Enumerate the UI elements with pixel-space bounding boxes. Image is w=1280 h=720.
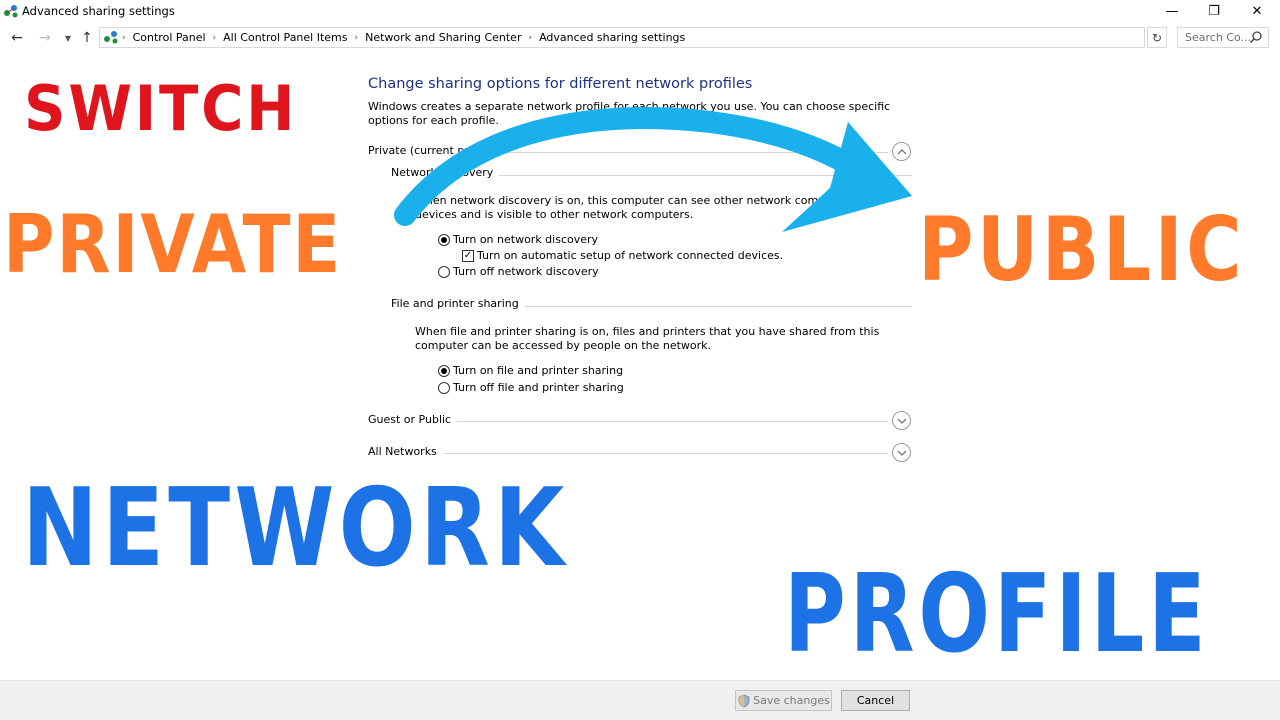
network-icon [104, 31, 118, 44]
radio-selected[interactable] [438, 364, 450, 377]
save-changes-button[interactable]: Save changes [735, 690, 832, 711]
search-input[interactable]: Search Co... [1177, 27, 1269, 48]
window-title: Advanced sharing settings [22, 4, 175, 18]
radio-unselected[interactable] [438, 265, 450, 278]
turn-on-file-sharing-label: Turn on file and printer sharing [453, 364, 624, 377]
close-button[interactable]: ✕ [1234, 0, 1280, 22]
minimize-button[interactable]: — [1149, 0, 1195, 22]
turn-off-network-discovery-radio[interactable]: Turn off network discovery [438, 265, 599, 278]
search-placeholder: Search Co... [1185, 31, 1251, 44]
chevron-down-icon[interactable] [892, 443, 911, 462]
turn-off-file-sharing-radio[interactable]: Turn off file and printer sharing [438, 381, 624, 394]
chevron-right-icon[interactable]: › [355, 33, 359, 43]
section-guest-public[interactable]: Guest or Public [368, 410, 913, 430]
overlay-private-text: PRIVATE [3, 198, 343, 291]
title-bar: Advanced sharing settings — ❐ ✕ [0, 0, 1280, 24]
chevron-right-icon[interactable]: › [528, 33, 532, 43]
maximize-button[interactable]: ❐ [1191, 0, 1237, 22]
checkbox-checked[interactable]: ✓ [462, 249, 474, 262]
up-arrow-icon[interactable]: ↑ [78, 28, 96, 48]
breadcrumb-all-items[interactable]: All Control Panel Items [223, 31, 347, 44]
save-changes-label: Save changes [753, 694, 830, 707]
breadcrumb: › Control Panel › All Control Panel Item… [122, 31, 685, 44]
section-private[interactable]: Private (current profile) [368, 141, 913, 161]
divider [368, 453, 888, 454]
subsection-file-printer-sharing: File and printer sharing [391, 296, 912, 314]
network-discovery-description: When network discovery is on, this compu… [415, 194, 878, 221]
section-all-networks[interactable]: All Networks [368, 442, 913, 462]
search-icon [1249, 31, 1262, 44]
chevron-down-icon[interactable] [892, 411, 911, 430]
address-bar[interactable]: › Control Panel › All Control Panel Item… [99, 27, 1238, 48]
subsection-network-discovery: Network discovery [391, 165, 912, 183]
network-discovery-title: Network discovery [391, 166, 500, 179]
file-printer-sharing-title: File and printer sharing [391, 297, 525, 310]
auto-setup-checkbox[interactable]: ✓ Turn on automatic setup of network con… [462, 249, 783, 262]
chevron-up-icon[interactable] [892, 142, 911, 161]
navigation-bar: ← → ▼ ↑ › Control Panel › All Control Pa… [0, 25, 1280, 51]
intro-text: Windows creates a separate network profi… [368, 100, 891, 127]
command-bar: Save changes Cancel [0, 680, 1280, 720]
shield-icon [738, 694, 750, 707]
forward-arrow-icon[interactable]: → [36, 28, 54, 48]
breadcrumb-network-center[interactable]: Network and Sharing Center [365, 31, 521, 44]
radio-selected[interactable] [438, 233, 450, 246]
chevron-right-icon: › [122, 32, 126, 43]
breadcrumb-control-panel[interactable]: Control Panel [133, 31, 206, 44]
turn-on-network-discovery-label: Turn on network discovery [453, 233, 599, 246]
network-icon [4, 5, 18, 18]
section-private-label: Private (current profile) [368, 144, 503, 157]
turn-on-file-sharing-radio[interactable]: Turn on file and printer sharing [438, 364, 623, 377]
radio-unselected[interactable] [438, 381, 450, 394]
section-all-networks-label: All Networks [368, 445, 443, 458]
overlay-profile-text: PROFILE [784, 552, 1210, 677]
overlay-network-text: NETWORK [22, 466, 569, 591]
section-guest-public-label: Guest or Public [368, 413, 458, 426]
turn-off-file-sharing-label: Turn off file and printer sharing [453, 381, 624, 394]
back-arrow-icon[interactable]: ← [8, 28, 26, 48]
auto-setup-label: Turn on automatic setup of network conne… [477, 249, 784, 262]
chevron-right-icon[interactable]: › [213, 33, 217, 43]
overlay-public-text: PUBLIC [918, 198, 1246, 301]
file-printer-sharing-description: When file and printer sharing is on, fil… [415, 325, 880, 352]
page-title: Change sharing options for different net… [368, 76, 753, 92]
refresh-icon[interactable]: ↻ [1147, 27, 1167, 48]
turn-on-network-discovery-radio[interactable]: Turn on network discovery [438, 233, 598, 246]
recent-locations-chevron-icon[interactable]: ▼ [59, 28, 77, 48]
cancel-button[interactable]: Cancel [841, 690, 910, 711]
overlay-switch-text: SWITCH [24, 72, 298, 145]
breadcrumb-advanced-sharing[interactable]: Advanced sharing settings [539, 31, 685, 44]
turn-off-network-discovery-label: Turn off network discovery [453, 265, 599, 278]
